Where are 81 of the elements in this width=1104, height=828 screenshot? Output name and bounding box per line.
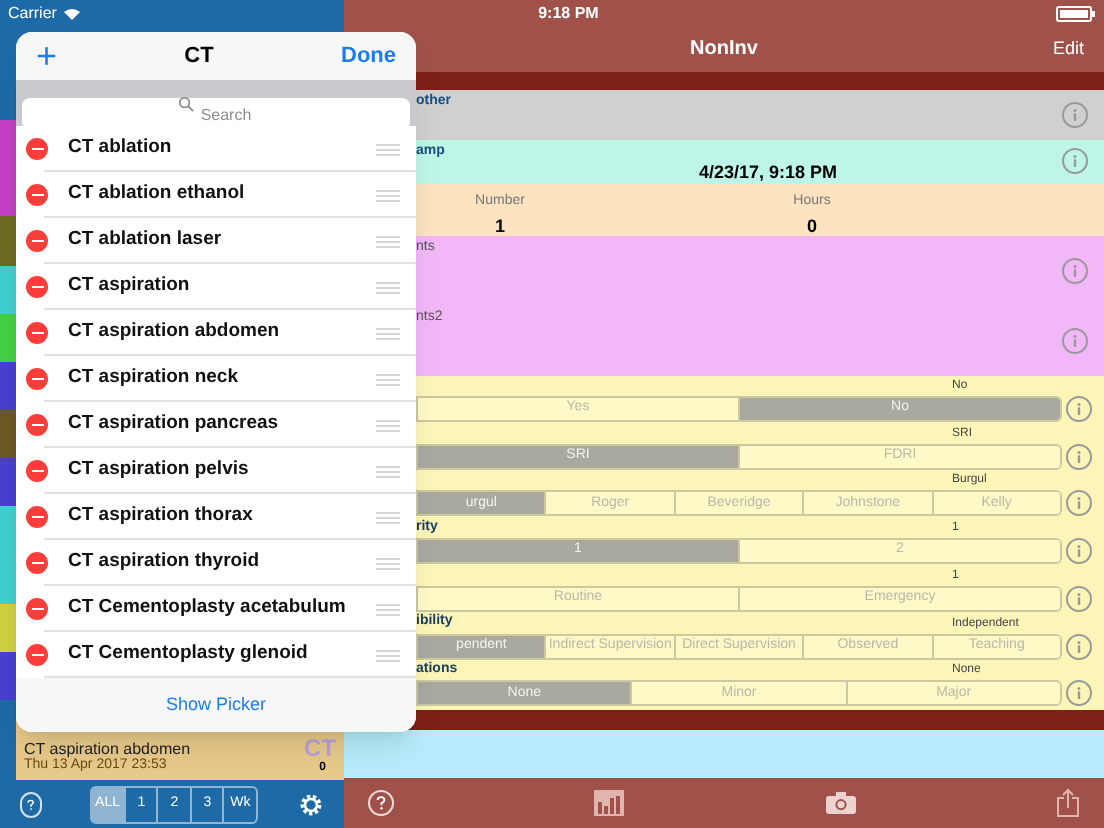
list-row[interactable]: CT aspiration thorax <box>16 494 416 540</box>
list-row[interactable]: CT Cementoplasty glenoid <box>16 632 416 678</box>
row-label: CT aspiration pelvis <box>68 456 251 485</box>
search-field[interactable]: Search <box>22 98 410 130</box>
row-label: CT aspiration abdomen <box>68 318 282 347</box>
help-icon[interactable] <box>20 791 42 817</box>
info-icon[interactable] <box>1066 490 1092 517</box>
list-row[interactable]: CT ablation laser <box>16 218 416 264</box>
nav-title: NonInv <box>690 36 758 64</box>
add-button[interactable]: + <box>36 38 58 74</box>
delete-icon[interactable] <box>26 552 48 574</box>
search-icon <box>178 95 194 111</box>
delete-icon[interactable] <box>26 230 48 252</box>
delete-icon[interactable] <box>26 322 48 344</box>
drag-handle-icon[interactable] <box>376 235 400 247</box>
camera-icon[interactable] <box>825 792 856 814</box>
row-label: CT Cementoplasty acetabulum <box>68 594 348 623</box>
info-icon[interactable] <box>1066 633 1092 660</box>
delete-icon[interactable] <box>26 276 48 298</box>
info-icon[interactable] <box>1066 443 1092 470</box>
date-value: 4/23/17, 9:18 PM <box>696 160 840 186</box>
badge-label: CT <box>304 736 336 760</box>
list-row[interactable]: CT aspiration pancreas <box>16 402 416 448</box>
delete-icon[interactable] <box>26 184 48 206</box>
field-value: 1 <box>494 213 505 239</box>
delete-icon[interactable] <box>26 138 48 160</box>
info-icon[interactable] <box>1066 680 1092 707</box>
delete-icon[interactable] <box>26 414 48 436</box>
delete-icon[interactable] <box>26 460 48 482</box>
bar-chart-icon[interactable] <box>594 790 625 816</box>
list-row[interactable]: CT ablation <box>16 126 416 172</box>
drag-handle-icon[interactable] <box>376 511 400 523</box>
delete-icon[interactable] <box>26 598 48 620</box>
delete-icon[interactable] <box>26 368 48 390</box>
help-icon[interactable] <box>368 790 394 816</box>
drag-handle-icon[interactable] <box>376 189 400 201</box>
row-label: CT ablation laser <box>68 226 224 255</box>
info-icon[interactable] <box>1062 258 1088 284</box>
info-icon[interactable] <box>1062 328 1088 354</box>
delete-icon[interactable] <box>26 644 48 666</box>
carrier-label: Carrier <box>8 1 57 25</box>
done-button[interactable]: Done <box>341 39 396 73</box>
row-label: CT aspiration pancreas <box>68 410 281 439</box>
info-icon[interactable] <box>1062 148 1088 174</box>
info-icon[interactable] <box>1062 102 1088 128</box>
list-item-title: CT aspiration abdomen <box>24 742 191 759</box>
row-label: CT ablation <box>68 134 174 163</box>
row-label: CT aspiration thyroid <box>68 548 262 577</box>
row-label: CT aspiration thorax <box>68 502 255 531</box>
delete-icon[interactable] <box>26 506 48 528</box>
row-label: CT Cementoplasty glenoid <box>68 640 310 669</box>
wifi-icon <box>64 7 81 19</box>
list-row[interactable]: CT aspiration abdomen <box>16 310 416 356</box>
drag-handle-icon[interactable] <box>376 419 400 431</box>
drag-handle-icon[interactable] <box>376 327 400 339</box>
row-label: CT aspiration neck <box>68 364 240 393</box>
status-time: 9:18 PM <box>538 1 599 25</box>
drag-handle-icon[interactable] <box>376 465 400 477</box>
popover-title: CT <box>182 41 216 72</box>
list-row[interactable]: CT aspiration <box>16 264 416 310</box>
info-icon[interactable] <box>1066 538 1092 565</box>
list-row[interactable]: CT aspiration neck <box>16 356 416 402</box>
drag-handle-icon[interactable] <box>376 373 400 385</box>
drag-handle-icon[interactable] <box>376 603 400 615</box>
share-icon[interactable] <box>1055 788 1080 818</box>
info-icon[interactable] <box>1066 585 1092 612</box>
row-label: CT aspiration <box>68 272 192 301</box>
edit-button[interactable]: Edit <box>1052 35 1084 63</box>
field-value: 0 <box>806 213 817 239</box>
drag-handle-icon[interactable] <box>376 557 400 569</box>
drag-handle-icon[interactable] <box>376 281 400 293</box>
battery-icon <box>1056 5 1096 21</box>
list-row[interactable]: CT Cementoplasty acetabulum <box>16 586 416 632</box>
list-row[interactable]: CT aspiration thyroid <box>16 540 416 586</box>
drag-handle-icon[interactable] <box>376 143 400 155</box>
row-label: CT ablation ethanol <box>68 180 247 209</box>
info-icon[interactable] <box>1066 396 1092 422</box>
list-row[interactable]: CT ablation ethanol <box>16 172 416 218</box>
settings-icon[interactable] <box>298 791 324 817</box>
list-row[interactable]: CT aspiration pelvis <box>16 448 416 494</box>
drag-handle-icon[interactable] <box>376 649 400 661</box>
